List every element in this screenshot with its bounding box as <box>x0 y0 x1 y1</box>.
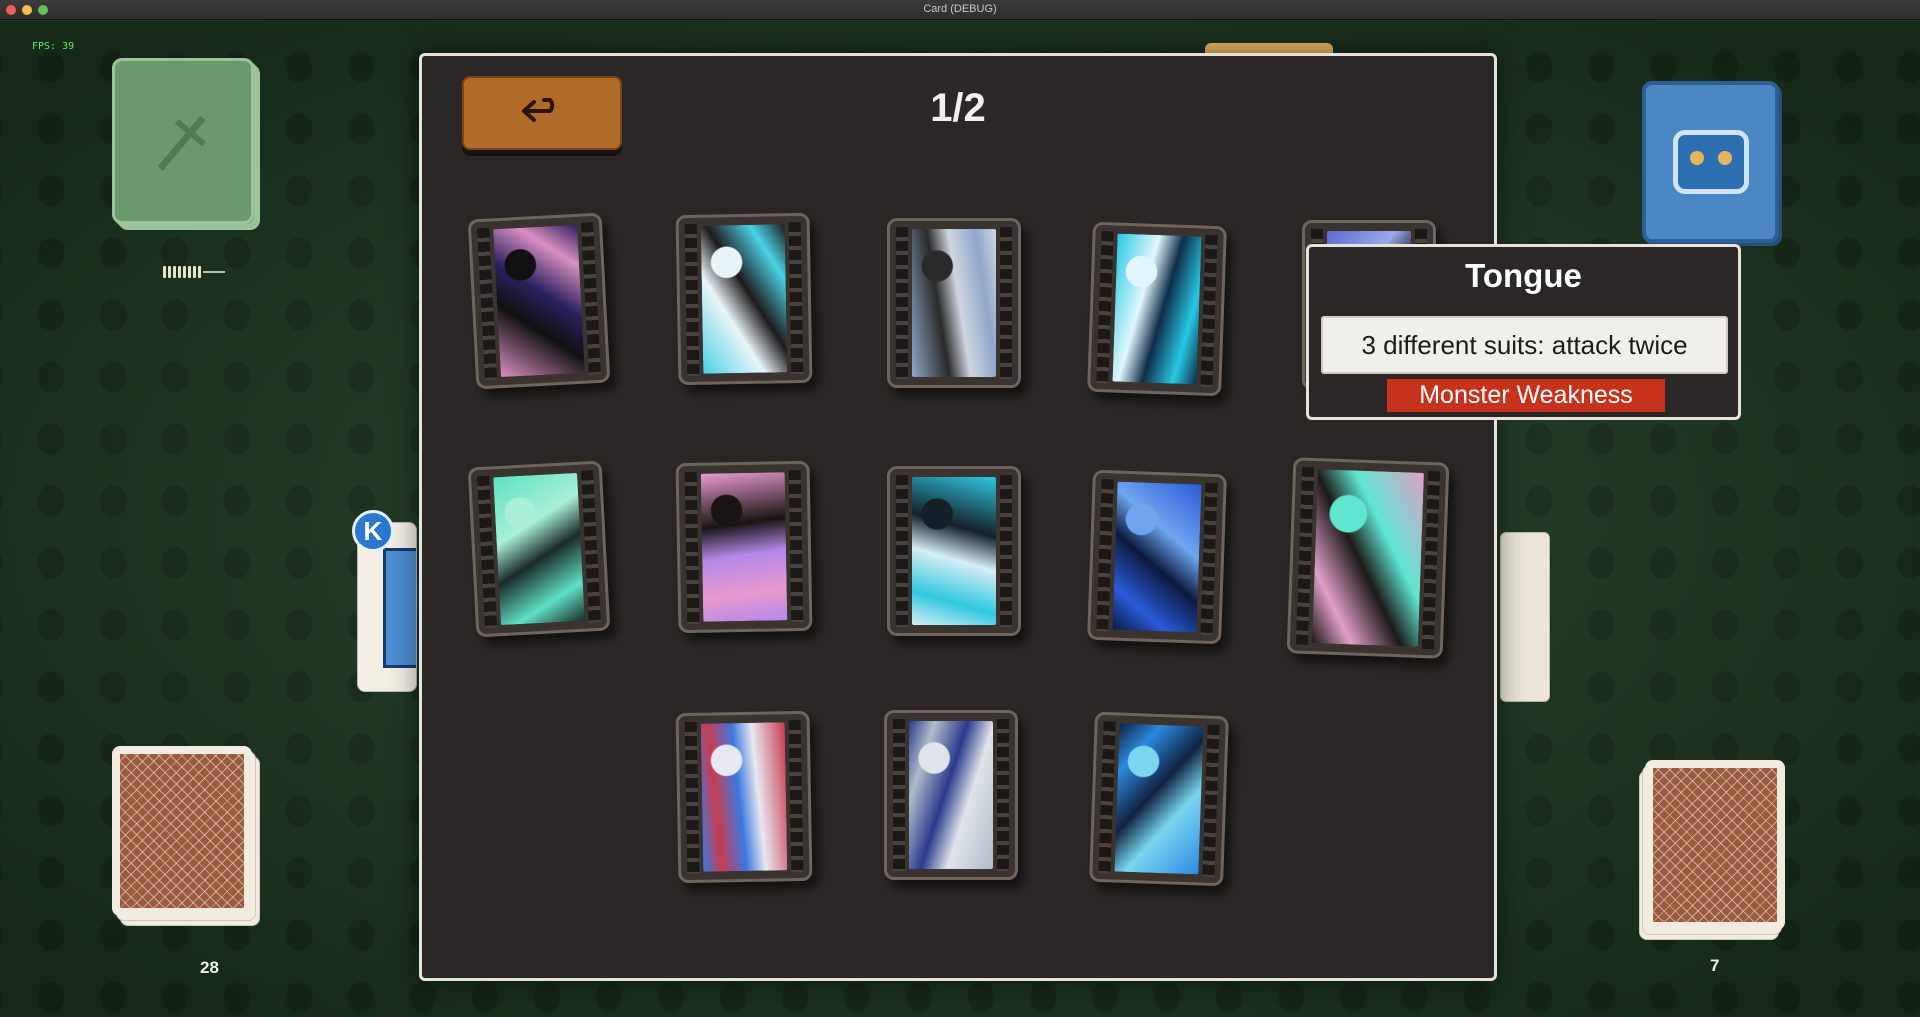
card-2[interactable] <box>675 212 813 386</box>
card-10[interactable] <box>1286 457 1450 659</box>
card-11-art <box>700 722 788 872</box>
card-1[interactable] <box>467 212 611 390</box>
discard-pile[interactable] <box>1639 760 1795 940</box>
tooltip-title: Tongue <box>1465 257 1582 294</box>
card-4[interactable] <box>1087 221 1227 397</box>
peek-card-right <box>1500 532 1550 702</box>
card-collection-modal: 1/2 <box>419 53 1497 981</box>
card-7-art <box>700 472 788 622</box>
discard-pile-count: 7 <box>1710 956 1720 975</box>
card-3[interactable] <box>887 218 1021 388</box>
card-2-art <box>700 224 788 374</box>
card-tooltip: Tongue 3 different suits: attack twice M… <box>1306 244 1741 420</box>
card-12[interactable] <box>884 710 1018 880</box>
weapon-deck[interactable]: † <box>112 58 262 234</box>
card-13-art <box>1114 723 1204 875</box>
card-1-art <box>493 224 585 378</box>
fps-counter: FPS: 39 <box>32 41 75 52</box>
robot-icon <box>1672 130 1749 194</box>
window-titlebar: Card (DEBUG) <box>0 0 1920 20</box>
card-13[interactable] <box>1089 711 1229 887</box>
window-title: Card (DEBUG) <box>923 3 997 15</box>
tooltip-description: 3 different suits: attack twice <box>1321 316 1728 374</box>
card-7[interactable] <box>675 460 813 634</box>
card-6-art <box>493 472 585 626</box>
card-10-art <box>1311 469 1425 647</box>
draw-pile[interactable] <box>112 746 262 926</box>
tooltip-tag: Monster Weakness <box>1387 379 1665 412</box>
deck-meter <box>163 266 233 278</box>
sword-icon: † <box>137 92 229 190</box>
card-6[interactable] <box>467 460 611 638</box>
card-8[interactable] <box>887 466 1021 636</box>
robot-deck[interactable] <box>1642 81 1779 243</box>
card-3-art <box>912 229 996 377</box>
card-4-art <box>1112 233 1202 385</box>
card-8-art <box>912 477 996 625</box>
card-12-art <box>909 721 993 869</box>
page-indicator: 1/2 <box>930 86 986 130</box>
draw-pile-count: 28 <box>200 958 219 977</box>
card-9-art <box>1112 481 1202 633</box>
card-9[interactable] <box>1087 469 1227 645</box>
card-11[interactable] <box>675 710 813 884</box>
